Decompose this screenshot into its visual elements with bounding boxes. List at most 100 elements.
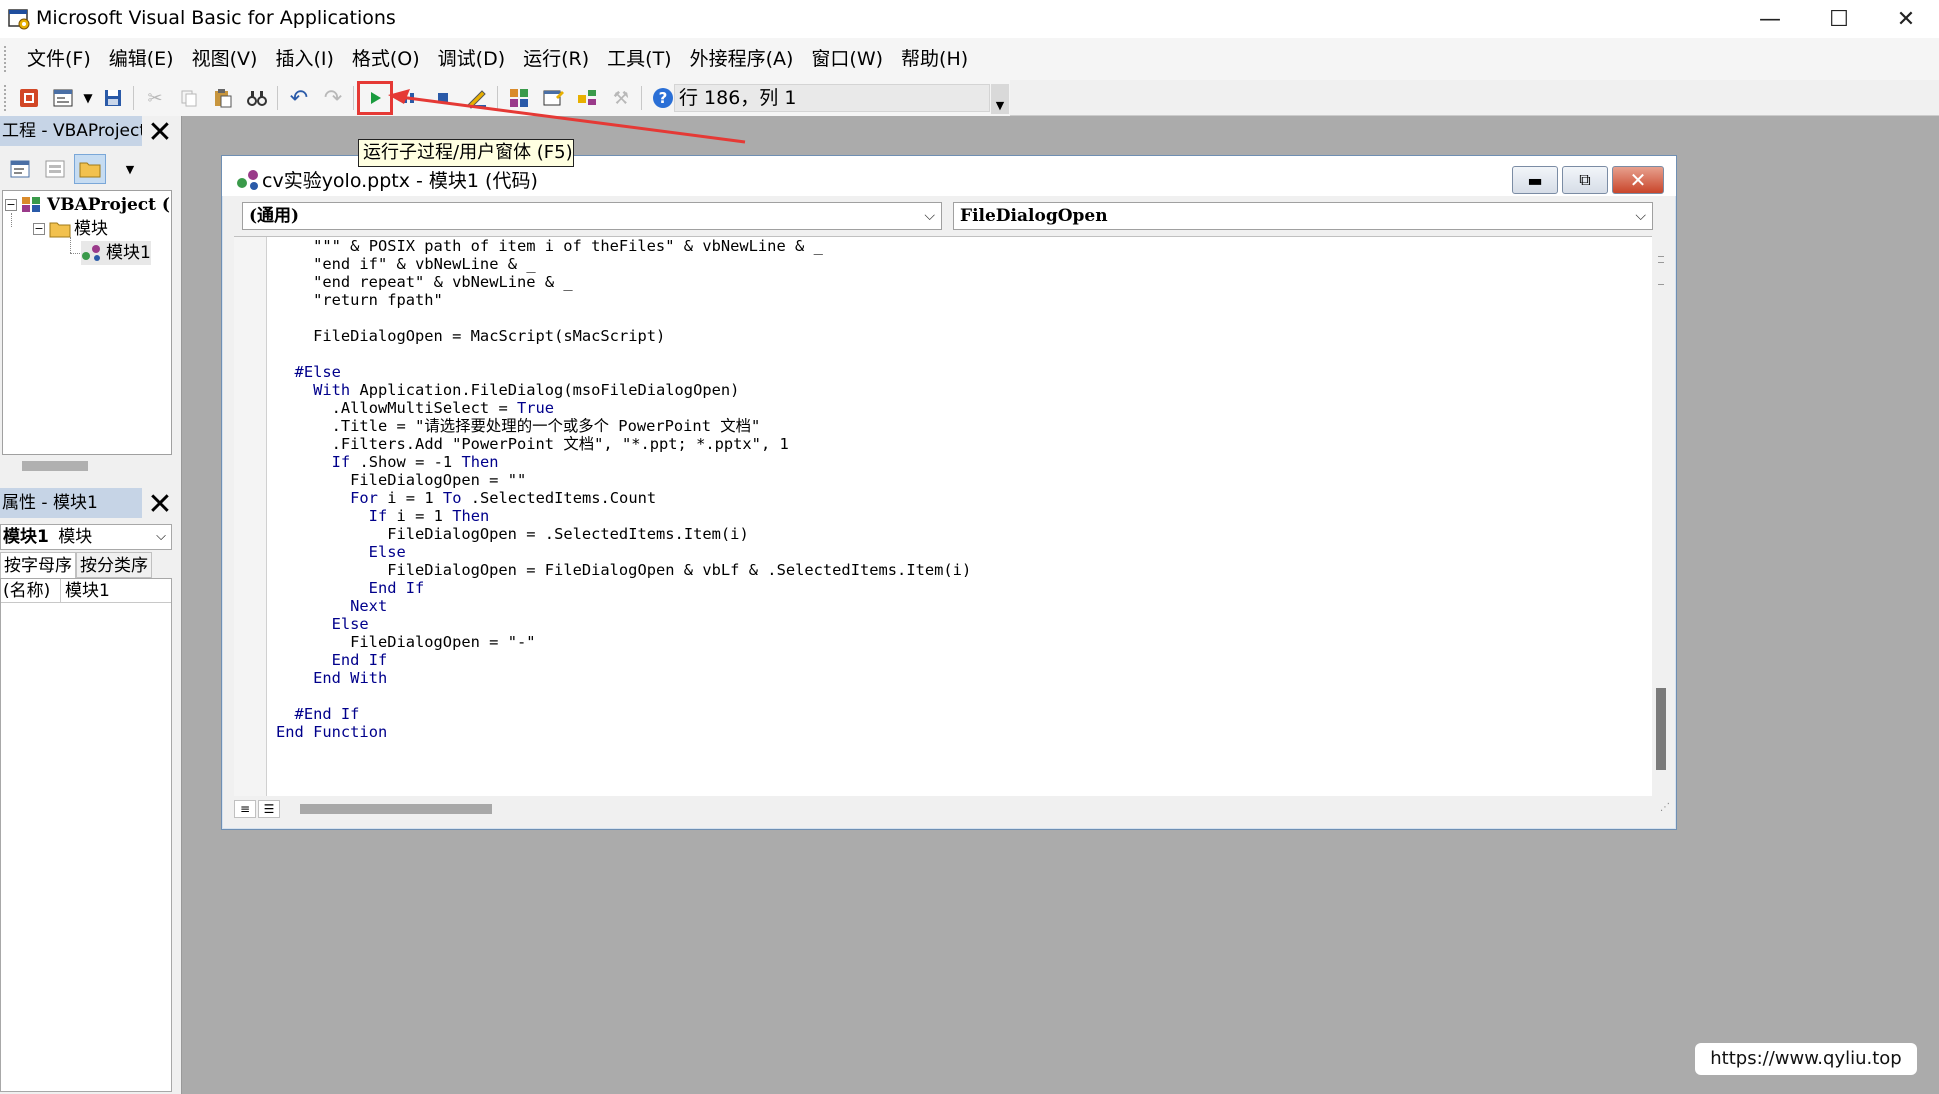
menu-format[interactable]: 格式(O)	[343, 38, 429, 80]
code-line[interactable]: #End If	[276, 705, 971, 723]
toolbar-options-dropdown[interactable]: ▼	[991, 84, 1009, 114]
property-value[interactable]: 模块1	[61, 579, 110, 602]
code-line[interactable]: .Title = "请选择要处理的一个或多个 PowerPoint 文档"	[276, 417, 971, 435]
save-icon[interactable]	[96, 82, 130, 114]
code-line[interactable]: End If	[276, 579, 971, 597]
code-line[interactable]: FileDialogOpen = FileDialogOpen & vbLf &…	[276, 561, 971, 579]
object-combo[interactable]: (通用) ⌵	[242, 202, 942, 230]
code-line[interactable]: FileDialogOpen = MacScript(sMacScript)	[276, 327, 971, 345]
code-line[interactable]: .AllowMultiSelect = True	[276, 399, 971, 417]
project-toolbar-dropdown[interactable]: ▼	[123, 154, 137, 184]
insert-dropdown-icon[interactable]: ▼	[80, 82, 96, 114]
code-line[interactable]: #Else	[276, 363, 971, 381]
tree-item-vbaproject[interactable]: − VBAProject (	[5, 193, 170, 217]
insert-userform-icon[interactable]	[46, 82, 80, 114]
toggle-folders-icon[interactable]	[74, 154, 106, 184]
code-line[interactable]: For i = 1 To .SelectedItems.Count	[276, 489, 971, 507]
code-line[interactable]	[276, 687, 971, 705]
find-icon[interactable]	[240, 82, 274, 114]
menu-run[interactable]: 运行(R)	[514, 38, 598, 80]
code-window-restore-button[interactable]: ⧉	[1562, 166, 1608, 194]
code-line[interactable]: FileDialogOpen = .SelectedItems.Item(i)	[276, 525, 971, 543]
code-line[interactable]: End If	[276, 651, 971, 669]
menu-help[interactable]: 帮助(H)	[892, 38, 977, 80]
code-line[interactable]: If i = 1 Then	[276, 507, 971, 525]
code-line[interactable]: End With	[276, 669, 971, 687]
menu-addins[interactable]: 外接程序(A)	[681, 38, 803, 80]
tab-categorized[interactable]: 按分类序	[76, 552, 152, 578]
view-powerpoint-icon[interactable]	[12, 82, 46, 114]
code-line[interactable]: Else	[276, 615, 971, 633]
breakpoint-margin[interactable]	[234, 237, 267, 796]
redo-icon[interactable]: ↷	[316, 82, 350, 114]
menu-edit[interactable]: 编辑(E)	[100, 38, 183, 80]
window-titlebar: Microsoft Visual Basic for Applications …	[0, 0, 1939, 38]
code-line[interactable]: """ & POSIX path of item i of theFiles" …	[276, 237, 971, 255]
tree-item-module1[interactable]: 模块1	[81, 241, 151, 265]
code-line[interactable]: "end if" & vbNewLine & _	[276, 255, 971, 273]
cut-icon[interactable]: ✂	[138, 82, 172, 114]
code-window-title: cv实验yolo.pptx - 模块1 (代码)	[262, 170, 538, 192]
code-line[interactable]	[276, 345, 971, 363]
run-sub-userform-button[interactable]	[357, 81, 393, 115]
break-icon[interactable]	[392, 82, 426, 114]
project-tree-hscroll[interactable]	[2, 455, 172, 477]
full-module-view-icon[interactable]: ☰	[258, 800, 280, 818]
properties-object-select[interactable]: 模块1 模块 ⌵	[0, 524, 172, 550]
code-vscroll[interactable]	[1652, 236, 1670, 796]
maximize-button[interactable]: ☐	[1806, 0, 1872, 38]
tree-label-module1: 模块1	[106, 243, 151, 263]
collapse-icon[interactable]: −	[5, 199, 17, 211]
code-window-close-button[interactable]: ✕	[1612, 166, 1664, 194]
code-line[interactable]: .Filters.Add "PowerPoint 文档", "*.ppt; *.…	[276, 435, 971, 453]
code-hscroll[interactable]: ≡ ☰ ⋰	[234, 796, 1670, 820]
menu-tools[interactable]: 工具(T)	[598, 38, 680, 80]
code-line[interactable]: End Function	[276, 723, 971, 741]
scrollbar-thumb[interactable]	[300, 804, 492, 814]
tab-alphabetic[interactable]: 按字母序	[0, 552, 76, 578]
project-explorer-icon[interactable]	[502, 82, 536, 114]
code-editor[interactable]: """ & POSIX path of item i of theFiles" …	[234, 236, 1652, 796]
property-row-name[interactable]: (名称) 模块1	[1, 579, 171, 603]
menu-file[interactable]: 文件(F)	[18, 38, 100, 80]
undo-icon[interactable]: ↶	[282, 82, 316, 114]
scrollbar-thumb[interactable]	[22, 461, 88, 471]
collapse-icon[interactable]: −	[33, 223, 45, 235]
resize-grip-icon[interactable]: ⋰	[1660, 802, 1670, 813]
view-object-icon[interactable]	[39, 154, 71, 184]
code-line[interactable]: FileDialogOpen = "-"	[276, 633, 971, 651]
project-panel-close-icon[interactable]: ✕	[144, 115, 176, 150]
menu-view[interactable]: 视图(V)	[183, 38, 267, 80]
copy-icon[interactable]	[172, 82, 206, 114]
properties-tabs: 按字母序 按分类序	[0, 552, 172, 578]
code-text[interactable]: """ & POSIX path of item i of theFiles" …	[276, 237, 971, 741]
properties-grid: (名称) 模块1	[0, 578, 172, 1092]
minimize-button[interactable]: —	[1737, 0, 1803, 38]
reset-icon[interactable]	[426, 82, 460, 114]
menu-grip	[4, 46, 8, 72]
menu-debug[interactable]: 调试(D)	[429, 38, 514, 80]
code-line[interactable]: "return fpath"	[276, 291, 971, 309]
vbaproject-icon	[22, 197, 40, 212]
procedure-view-icon[interactable]: ≡	[234, 800, 256, 818]
code-line[interactable]: "end repeat" & vbNewLine & _	[276, 273, 971, 291]
menu-insert[interactable]: 插入(I)	[266, 38, 342, 80]
code-line[interactable]: Else	[276, 543, 971, 561]
code-line[interactable]: Next	[276, 597, 971, 615]
code-window-minimize-button[interactable]: ▬	[1512, 166, 1558, 194]
view-code-icon[interactable]	[4, 154, 36, 184]
menu-window[interactable]: 窗口(W)	[802, 38, 892, 80]
close-button[interactable]: ✕	[1873, 0, 1939, 38]
code-line[interactable]: With Application.FileDialog(msoFileDialo…	[276, 381, 971, 399]
properties-panel-close-icon[interactable]: ✕	[144, 487, 176, 522]
toolbox-icon[interactable]: ⚒	[604, 82, 638, 114]
properties-window-icon[interactable]	[536, 82, 570, 114]
code-line[interactable]: If .Show = -1 Then	[276, 453, 971, 471]
procedure-combo[interactable]: FileDialogOpen ⌵	[953, 202, 1653, 230]
scrollbar-thumb[interactable]	[1656, 688, 1666, 770]
paste-icon[interactable]	[206, 82, 240, 114]
code-line[interactable]	[276, 309, 971, 327]
object-browser-icon[interactable]	[570, 82, 604, 114]
design-mode-icon[interactable]	[460, 82, 494, 114]
code-line[interactable]: FileDialogOpen = ""	[276, 471, 971, 489]
